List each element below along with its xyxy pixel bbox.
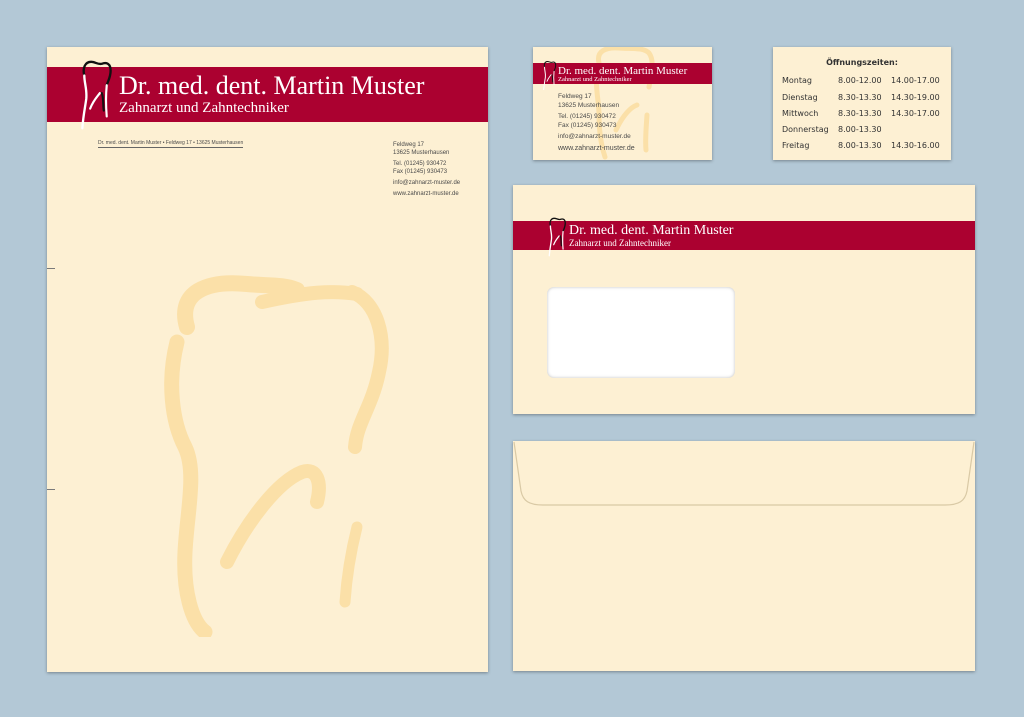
tooth-icon xyxy=(75,56,117,134)
envelope-back xyxy=(513,441,975,671)
day: Mittwoch xyxy=(782,109,819,118)
afternoon-hours: 14.30-17.00 xyxy=(891,109,940,118)
day: Freitag xyxy=(782,141,810,150)
street: Feldweg 17 xyxy=(393,142,425,148)
fax: Fax (01245) 930473 xyxy=(393,169,448,175)
practice-profession: Zahnarzt und Zahntechniker xyxy=(558,76,632,83)
city: 13625 Musterhausen xyxy=(558,101,620,109)
envelope-flap xyxy=(513,441,975,506)
afternoon-hours: 14.00-17.00 xyxy=(891,76,940,85)
opening-hours-card: Öffnungszeiten: Montag 8.00-12.00 14.00-… xyxy=(773,47,951,160)
practice-profession: Zahnarzt und Zahntechniker xyxy=(569,238,671,248)
header-band: Dr. med. dent. Martin Muster Zahnarzt un… xyxy=(533,63,712,84)
envelope-front: Dr. med. dent. Martin Muster Zahnarzt un… xyxy=(513,185,975,414)
practice-name: Dr. med. dent. Martin Muster xyxy=(119,71,425,100)
phone: Tel. (01245) 930472 xyxy=(558,113,616,120)
afternoon-hours: 14.30-19.00 xyxy=(891,93,940,102)
day: Montag xyxy=(782,76,812,85)
day: Dienstag xyxy=(782,93,818,102)
contact-block: Feldweg 17 13625 Musterhausen Tel. (0124… xyxy=(558,93,635,153)
fold-mark xyxy=(47,489,55,490)
morning-hours: 8.00-12.00 xyxy=(838,76,882,85)
day: Donnerstag xyxy=(782,125,829,134)
hours-title: Öffnungszeiten: xyxy=(826,58,898,67)
return-address: Dr. med. dent. Martin Muster • Feldweg 1… xyxy=(98,140,244,148)
tooth-icon xyxy=(541,59,558,92)
fold-mark xyxy=(47,268,55,269)
city: 13625 Musterhausen xyxy=(393,150,450,156)
header-band: Dr. med. dent. Martin Muster Zahnarzt un… xyxy=(513,221,975,250)
morning-hours: 8.30-13.30 xyxy=(838,109,882,118)
business-card: Dr. med. dent. Martin Muster Zahnarzt un… xyxy=(533,47,712,160)
street: Feldweg 17 xyxy=(558,93,592,100)
practice-name: Dr. med. dent. Martin Muster xyxy=(569,223,734,238)
tooth-watermark-icon xyxy=(164,275,389,637)
tooth-icon xyxy=(546,215,568,259)
website: www.zahnarzt-muster.de xyxy=(558,144,635,152)
morning-hours: 8.00-13.30 xyxy=(838,141,882,150)
phone: Tel. (01245) 930472 xyxy=(393,161,447,167)
fax: Fax (01245) 930473 xyxy=(558,121,617,129)
email: info@zahnarzt-muster.de xyxy=(393,180,461,186)
afternoon-hours: 14.30-16.00 xyxy=(891,141,940,150)
website: www.zahnarzt-muster.de xyxy=(393,191,459,197)
email: info@zahnarzt-muster.de xyxy=(558,133,631,140)
morning-hours: 8.00-13.30 xyxy=(838,125,882,134)
letterhead-sheet: Dr. med. dent. Martin Muster Zahnarzt un… xyxy=(47,47,488,672)
practice-profession: Zahnarzt und Zahntechniker xyxy=(119,100,289,116)
address-window xyxy=(547,287,735,378)
morning-hours: 8.30-13.30 xyxy=(838,93,882,102)
contact-block: Feldweg 17 13625 Musterhausen Tel. (0124… xyxy=(393,141,460,198)
